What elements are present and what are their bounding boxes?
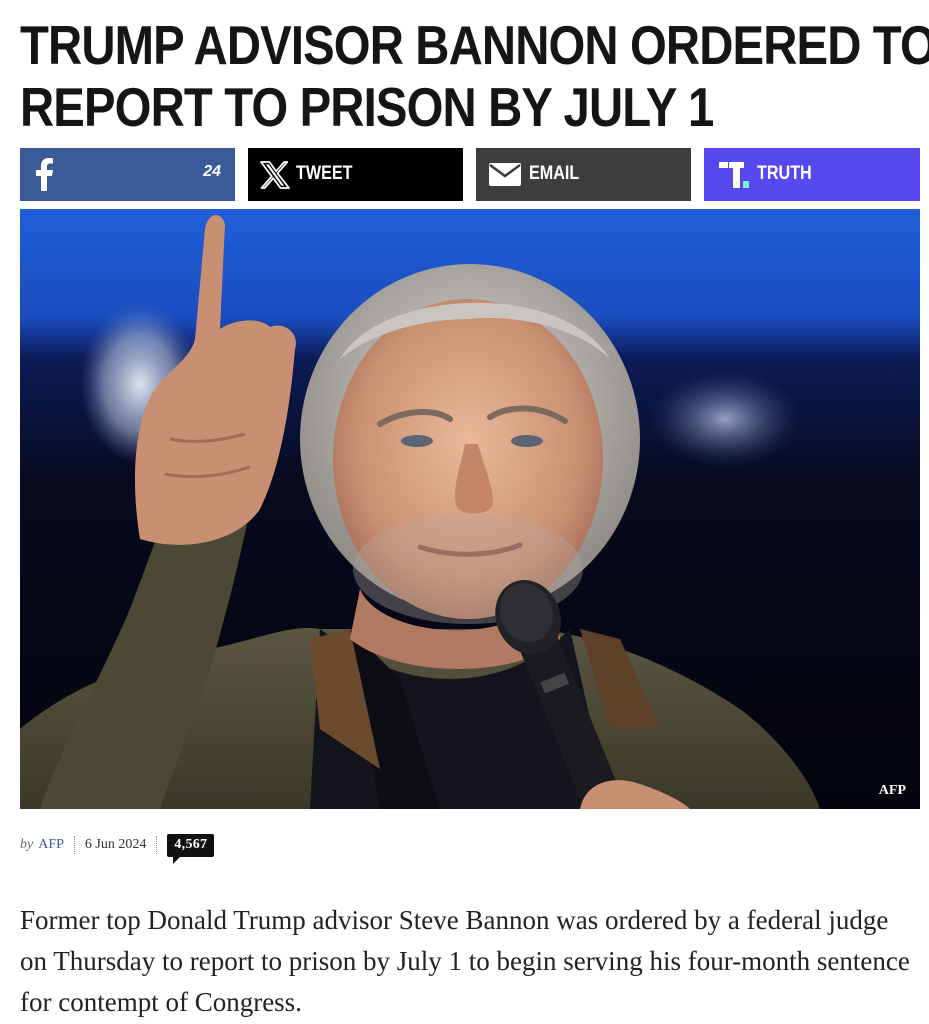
x-logo-icon [260, 161, 290, 194]
photo-illustration [20, 209, 920, 809]
byline-prefix: by [20, 837, 34, 852]
article-headline: TRUMP ADVISOR BANNON ORDERED TO REPORT T… [20, 14, 929, 138]
article-lede: Former top Donald Trump advisor Steve Ba… [20, 905, 910, 1017]
article-hero-image: AFP [20, 209, 920, 809]
meta-divider [73, 836, 75, 854]
author-link[interactable]: AFP [38, 837, 64, 853]
comment-count-badge[interactable]: 4,567 [167, 833, 215, 864]
photo-credit: AFP [878, 783, 906, 798]
facebook-icon [34, 157, 54, 196]
headline-line-1: TRUMP ADVISOR BANNON ORDERED TO [20, 14, 929, 76]
facebook-share-count: 24 [203, 163, 221, 180]
tweet-label: TWEET [296, 163, 353, 184]
envelope-icon [489, 163, 521, 191]
facebook-share-button[interactable]: 24 [20, 148, 235, 201]
truth-label: TRUTH [757, 163, 812, 184]
tweet-button[interactable]: TWEET [248, 148, 463, 201]
meta-divider [156, 836, 158, 854]
email-share-button[interactable]: EMAIL [476, 148, 691, 201]
truth-social-share-button[interactable]: TRUTH [704, 148, 920, 201]
publish-date: 6 Jun 2024 [84, 837, 147, 852]
email-label: EMAIL [529, 163, 580, 184]
article-meta: by AFP 6 Jun 2024 4,567 [20, 830, 215, 864]
headline-line-2: REPORT TO PRISON BY JULY 1 [20, 76, 714, 138]
share-bar: 24 TWEET EMAIL TRUTH [20, 148, 920, 201]
truth-social-icon [719, 162, 749, 193]
